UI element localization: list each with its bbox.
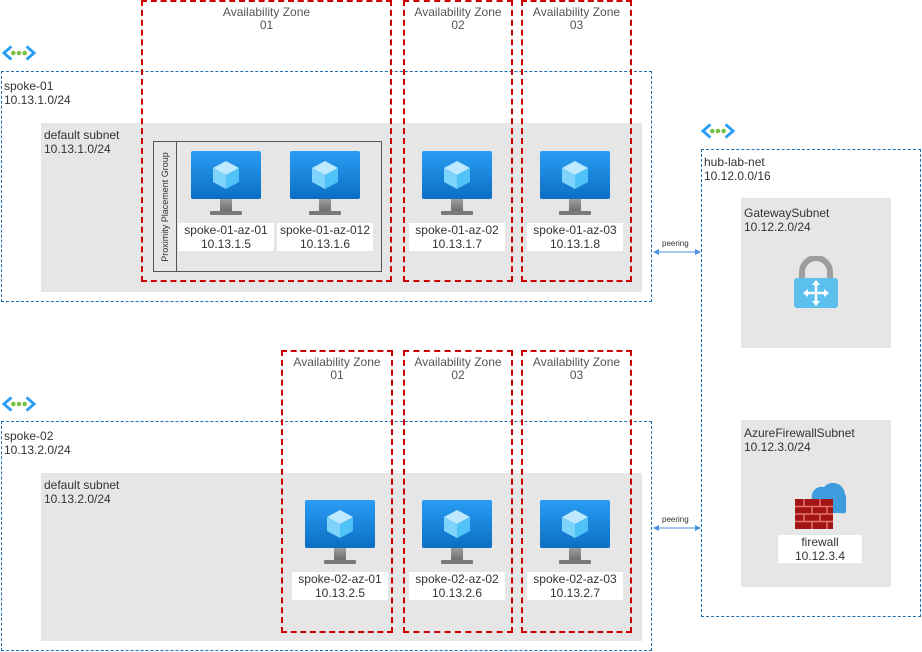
az-number: 01 <box>259 18 274 32</box>
vm-icon <box>422 500 492 566</box>
vm-spoke-01-az-02[interactable]: spoke-01-az-02 10.13.1.7 <box>409 151 505 263</box>
vm-icon <box>290 151 360 217</box>
vpn-gateway-icon <box>794 256 838 308</box>
vnet-icon <box>701 122 735 140</box>
spoke-02-cidr: 10.13.2.0/24 <box>4 443 71 457</box>
az-number: 02 <box>451 18 465 32</box>
vm-name: spoke-01-az-01 <box>184 223 268 237</box>
vm-spoke-02-az-02[interactable]: spoke-02-az-02 10.13.2.6 <box>409 500 505 612</box>
gateway-subnet-name: GatewaySubnet <box>744 206 830 220</box>
spoke-01-name: spoke-01 <box>4 79 54 93</box>
vm-name: spoke-01-az-02 <box>415 223 499 237</box>
spoke-01-subnet-name: default subnet <box>44 128 120 142</box>
vm-icon <box>305 500 375 566</box>
peering-label: peering <box>662 239 689 248</box>
vm-ip: 10.13.1.8 <box>549 237 601 251</box>
vm-spoke-01-az-01[interactable]: spoke-01-az-01 10.13.1.5 <box>178 151 274 263</box>
vm-ip: 10.13.1.7 <box>431 237 483 251</box>
vm-name: spoke-02-az-02 <box>415 572 499 586</box>
hub-name: hub-lab-net <box>704 155 765 169</box>
vm-spoke-01-az-03[interactable]: spoke-01-az-03 10.13.1.8 <box>527 151 623 263</box>
spoke-01-cidr: 10.13.1.0/24 <box>4 93 71 107</box>
vm-spoke-02-az-03[interactable]: spoke-02-az-03 10.13.2.7 <box>527 500 623 612</box>
firewall-icon[interactable] <box>794 477 846 529</box>
az-number: 02 <box>451 368 465 382</box>
vm-name: spoke-02-az-01 <box>298 572 382 586</box>
spoke-02-subnet-cidr: 10.13.2.0/24 <box>44 492 111 506</box>
vm-ip: 10.13.2.5 <box>314 586 366 600</box>
az-number: 03 <box>569 368 584 382</box>
vm-name: spoke-01-az-03 <box>533 223 617 237</box>
peering-label: peering <box>662 515 689 524</box>
gateway-subnet-cidr: 10.12.2.0/24 <box>744 220 811 234</box>
vm-icon <box>540 151 610 217</box>
hub-cidr: 10.12.0.0/16 <box>704 169 771 183</box>
firewall-subnet-name: AzureFirewallSubnet <box>744 426 855 440</box>
vm-name: spoke-01-az-012 <box>279 223 371 237</box>
spoke-02-name: spoke-02 <box>4 429 54 443</box>
vm-icon <box>540 500 610 566</box>
vm-icon <box>422 151 492 217</box>
firewall-label: firewall 10.12.3.4 <box>778 535 862 563</box>
vnet-icon <box>2 395 36 413</box>
vm-icon <box>191 151 261 217</box>
vm-spoke-01-az-012[interactable]: spoke-01-az-012 10.13.1.6 <box>277 151 373 263</box>
firewall-name: firewall <box>801 535 839 549</box>
az-number: 03 <box>569 18 584 32</box>
vm-spoke-02-az-01[interactable]: spoke-02-az-01 10.13.2.5 <box>292 500 388 612</box>
az-number: 01 <box>330 368 344 382</box>
vm-ip: 10.13.1.6 <box>299 237 351 251</box>
vm-name: spoke-02-az-03 <box>533 572 617 586</box>
firewall-subnet-cidr: 10.12.3.0/24 <box>744 440 811 454</box>
vm-ip: 10.13.1.5 <box>200 237 252 251</box>
vm-ip: 10.13.2.7 <box>549 586 601 600</box>
spoke-01-subnet-cidr: 10.13.1.0/24 <box>44 142 111 156</box>
firewall-ip: 10.12.3.4 <box>794 549 846 563</box>
vnet-icon <box>2 44 36 62</box>
vm-ip: 10.13.2.6 <box>431 586 483 600</box>
spoke-02-subnet-name: default subnet <box>44 478 120 492</box>
